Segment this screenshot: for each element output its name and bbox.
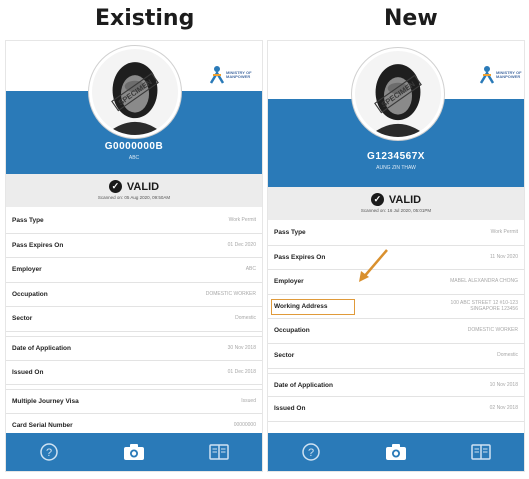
detail-value: 11 Nov 2020: [490, 253, 518, 260]
detail-row: Sector Domestic: [6, 307, 262, 332]
detail-row: Issued On 01 Dec 2018: [6, 361, 262, 386]
detail-value: MABEL ALEXANDRA CHONG: [450, 278, 518, 285]
detail-row: Multiple Journey Visa Issued: [6, 389, 262, 414]
detail-row: Pass Type Work Permit: [6, 209, 262, 234]
pass-id: G1234567X: [367, 151, 425, 162]
help-icon: ?: [301, 443, 320, 461]
holder-name: AUNG ZIN THAW: [376, 165, 416, 171]
detail-label: Pass Type: [12, 217, 44, 224]
detail-row: Employer ABC: [6, 258, 262, 283]
detail-row: Employer MABEL ALEXANDRA CHONG: [268, 270, 524, 295]
status-panel: ✓ VALID Scanned on: 16 Jul 2020, 05:01PM: [268, 187, 524, 220]
scanned-time: Scanned on: 05 Aug 2020, 09:50AM: [97, 195, 171, 200]
detail-label: Employer: [274, 278, 304, 286]
detail-label: Occupation: [12, 290, 48, 298]
detail-row: Pass Expires On 11 Nov 2020: [268, 246, 524, 271]
detail-row: Date of Application 10 Nov 2018: [268, 372, 524, 398]
detail-value: 02 Nov 2018: [489, 405, 518, 412]
camera-icon: [123, 444, 144, 460]
detail-row: Issued On 02 Nov 2018: [268, 397, 524, 422]
status-text: VALID: [388, 193, 422, 206]
detail-label: Working Address: [274, 302, 328, 310]
camera-icon: [385, 444, 406, 460]
help-tab[interactable]: ?: [32, 437, 66, 467]
detail-row: Occupation DOMESTIC WORKER: [6, 283, 262, 308]
existing-phone-screen: MINISTRY OF MANPOWER SPECIMEN G0000000B …: [5, 40, 263, 472]
detail-label: Employer: [12, 266, 42, 274]
details-list: Pass Type Work Permit Pass Expires On 01…: [6, 209, 262, 439]
new-title: New: [384, 6, 438, 31]
check-circle-icon: ✓: [370, 193, 384, 206]
help-tab[interactable]: ?: [294, 437, 328, 467]
detail-label: Pass Expires On: [12, 241, 64, 249]
detail-label: Occupation: [274, 327, 310, 335]
holder-photo: SPECIMEN: [89, 46, 181, 138]
status-text: VALID: [126, 180, 160, 193]
detail-value: 100 ABC STREET 12 #10-123 SINGAPORE 1234…: [450, 299, 518, 312]
mom-logo: MINISTRY OF MANPOWER: [208, 65, 262, 93]
detail-label: Issued On: [12, 368, 44, 376]
detail-value: 30 Nov 2018: [227, 344, 256, 351]
svg-text:?: ?: [308, 447, 314, 459]
detail-label: Pass Type: [274, 229, 306, 236]
detail-value: 01 Dec 2018: [227, 368, 256, 375]
detail-label: Card Serial Number: [12, 421, 73, 429]
detail-value: DOMESTIC WORKER: [467, 327, 518, 334]
detail-row: Date of Application 30 Nov 2018: [6, 335, 262, 361]
bottom-tab-bar: ?: [6, 433, 262, 471]
scanned-time: Scanned on: 16 Jul 2020, 05:01PM: [360, 208, 432, 213]
camera-tab[interactable]: [379, 437, 413, 467]
help-icon: ?: [39, 443, 58, 461]
detail-row: Sector Domestic: [268, 344, 524, 369]
detail-value: Issued: [241, 398, 256, 405]
detail-value: ABC: [245, 266, 256, 273]
detail-value: Work Permit: [490, 229, 518, 235]
detail-label: Sector: [274, 351, 295, 359]
pass-id: G0000000B: [104, 141, 164, 152]
new-phone-screen: MINISTRY OF MANPOWER SPECIMEN G1234567X …: [267, 40, 525, 472]
detail-label: Issued On: [274, 405, 306, 413]
detail-value: Domestic: [235, 315, 256, 322]
details-list: Pass Type Work Permit Pass Expires On 11…: [268, 221, 524, 422]
mom-logo: MINISTRY OF MANPOWER: [478, 65, 524, 93]
detail-value: DOMESTIC WORKER: [205, 290, 256, 297]
mom-logo-icon: [209, 66, 225, 84]
detail-label: Pass Expires On: [274, 253, 326, 261]
detail-value: 01 Dec 2020: [227, 241, 256, 248]
check-circle-icon: ✓: [108, 180, 122, 193]
detail-row: Pass Expires On 01 Dec 2020: [6, 234, 262, 259]
camera-tab[interactable]: [117, 437, 151, 467]
detail-row: Occupation DOMESTIC WORKER: [268, 319, 524, 344]
book-icon: [209, 444, 230, 460]
holder-name: ABC: [128, 155, 140, 161]
detail-label: Date of Application: [12, 344, 71, 352]
mom-logo-icon: [479, 66, 495, 84]
detail-value: 00000000: [233, 421, 256, 428]
guide-tab[interactable]: [202, 437, 236, 467]
detail-row: Pass Type Work Permit: [268, 221, 524, 246]
detail-label: Multiple Journey Visa: [12, 398, 79, 406]
detail-label: Sector: [12, 315, 33, 323]
logo-text: MINISTRY OF MANPOWER: [226, 70, 252, 79]
detail-value: Work Permit: [228, 217, 256, 223]
guide-tab[interactable]: [464, 437, 498, 467]
existing-title: Existing: [95, 6, 195, 31]
svg-text:?: ?: [46, 447, 52, 459]
comparison-stage: Existing New MINISTRY OF MANPOWER SPECIM: [0, 0, 529, 479]
detail-value: 10 Nov 2018: [489, 381, 518, 388]
status-panel: ✓ VALID Scanned on: 05 Aug 2020, 09:50AM: [6, 174, 262, 207]
bottom-tab-bar: ?: [268, 433, 524, 471]
detail-label: Date of Application: [274, 381, 333, 389]
book-icon: [471, 444, 492, 460]
logo-text: MINISTRY OF MANPOWER: [496, 70, 522, 79]
detail-value: Domestic: [497, 351, 518, 358]
arrow-icon: [359, 249, 388, 282]
detail-row-highlighted: Working Address 100 ABC STREET 12 #10-12…: [268, 295, 524, 320]
holder-photo: SPECIMEN: [352, 48, 444, 140]
